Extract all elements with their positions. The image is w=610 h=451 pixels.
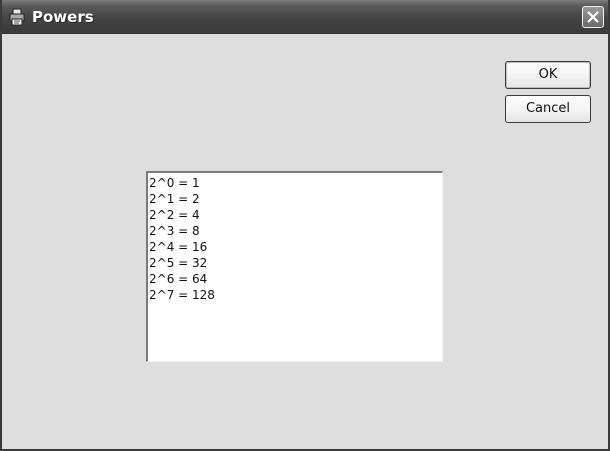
printer-icon	[8, 8, 26, 26]
list-item[interactable]: 2^1 = 2	[149, 191, 442, 207]
title-bar[interactable]: Powers	[2, 0, 608, 34]
ok-button[interactable]: OK	[505, 61, 591, 89]
powers-dialog-window: Powers OK Cancel 2^0 = 1 2^1 = 2 2^2 = 4…	[0, 0, 610, 451]
list-item[interactable]: 2^2 = 4	[149, 207, 442, 223]
list-item[interactable]: 2^7 = 128	[149, 287, 442, 303]
list-item[interactable]: 2^3 = 8	[149, 223, 442, 239]
powers-listbox[interactable]: 2^0 = 1 2^1 = 2 2^2 = 4 2^3 = 8 2^4 = 16…	[146, 171, 443, 362]
dialog-client-area: OK Cancel 2^0 = 1 2^1 = 2 2^2 = 4 2^3 = …	[2, 34, 608, 449]
list-item[interactable]: 2^0 = 1	[149, 175, 442, 191]
window-title: Powers	[32, 8, 94, 26]
list-item[interactable]: 2^4 = 16	[149, 239, 442, 255]
list-item[interactable]: 2^6 = 64	[149, 271, 442, 287]
list-item[interactable]: 2^5 = 32	[149, 255, 442, 271]
close-button[interactable]	[582, 6, 604, 28]
cancel-button[interactable]: Cancel	[505, 95, 591, 123]
